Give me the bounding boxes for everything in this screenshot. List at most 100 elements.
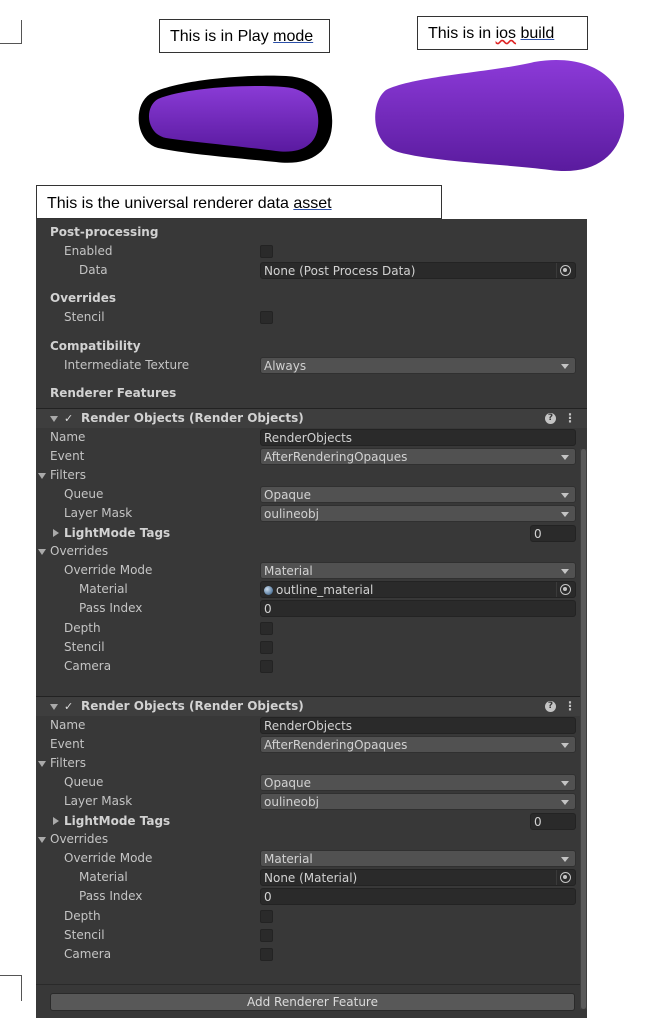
pass-index-row: Pass Index 0 xyxy=(36,887,580,906)
caption-text: mode xyxy=(273,28,314,45)
kebab-menu-icon[interactable]: ⋮ xyxy=(564,697,576,716)
render-objects-feature-header[interactable]: ✓ Render Objects (Render Objects) ? ⋮ xyxy=(36,408,587,428)
event-dropdown[interactable]: AfterRenderingOpaques xyxy=(260,448,576,465)
foldout-arrow-icon[interactable] xyxy=(53,529,59,537)
chevron-down-icon xyxy=(561,512,569,517)
foldout-arrow-icon[interactable] xyxy=(50,416,58,422)
post-process-data-field[interactable]: None (Post Process Data) xyxy=(260,262,576,279)
object-picker-icon[interactable] xyxy=(560,584,571,595)
override-mode-row: Override Mode Material xyxy=(36,561,580,580)
field-label: LightMode Tags xyxy=(64,814,171,828)
foldout-arrow-icon[interactable] xyxy=(38,549,46,555)
layer-mask-dropdown[interactable]: oulineobj xyxy=(260,793,576,810)
feature-name-input[interactable]: RenderObjects xyxy=(260,429,576,446)
overrides-foldout[interactable]: Overrides xyxy=(36,830,580,849)
enabled-checkbox[interactable] xyxy=(260,245,273,258)
intermediate-texture-row: Intermediate Texture Always xyxy=(36,356,580,375)
feature-enabled-checkmark-icon[interactable]: ✓ xyxy=(64,701,75,712)
override-mode-row: Override Mode Material xyxy=(36,849,580,868)
field-label: Overrides xyxy=(50,544,109,558)
field-separator xyxy=(556,263,557,278)
object-picker-icon[interactable] xyxy=(560,872,571,883)
chevron-down-icon xyxy=(561,364,569,369)
camera-checkbox[interactable] xyxy=(260,660,273,673)
field-label: Stencil xyxy=(64,310,105,324)
compatibility-header: Compatibility xyxy=(36,337,580,356)
section-title: Post-processing xyxy=(50,225,159,239)
field-label: Override Mode xyxy=(64,563,153,577)
object-picker-icon[interactable] xyxy=(560,265,571,276)
overrides-foldout[interactable]: Overrides xyxy=(36,542,580,561)
caption-asset: This is the universal renderer data asse… xyxy=(36,185,442,219)
camera-checkbox[interactable] xyxy=(260,948,273,961)
feature-name-input[interactable]: RenderObjects xyxy=(260,717,576,734)
field-value: Material xyxy=(264,564,313,578)
pass-index-input[interactable]: 0 xyxy=(260,600,576,617)
material-object-field[interactable]: outline_material xyxy=(260,581,576,598)
stencil-row: Stencil xyxy=(36,638,580,657)
foldout-arrow-icon[interactable] xyxy=(38,761,46,767)
field-label: Material xyxy=(79,870,128,884)
material-row: Material None (Material) xyxy=(36,868,580,887)
override-mode-dropdown[interactable]: Material xyxy=(260,562,576,579)
feature-title: Render Objects (Render Objects) xyxy=(81,699,304,713)
chevron-down-icon xyxy=(561,569,569,574)
pass-index-input[interactable]: 0 xyxy=(260,888,576,905)
event-dropdown[interactable]: AfterRenderingOpaques xyxy=(260,736,576,753)
help-icon[interactable]: ? xyxy=(545,413,556,424)
override-mode-dropdown[interactable]: Material xyxy=(260,850,576,867)
material-icon xyxy=(264,586,273,595)
depth-row: Depth xyxy=(36,619,580,638)
foldout-arrow-icon[interactable] xyxy=(38,473,46,479)
caption-text: This is the universal renderer data xyxy=(47,195,294,212)
field-label: Pass Index xyxy=(79,889,143,903)
pass-index-row: Pass Index 0 xyxy=(36,599,580,618)
stencil-checkbox[interactable] xyxy=(260,929,273,942)
add-renderer-feature-button[interactable]: Add Renderer Feature xyxy=(50,993,575,1011)
field-label: Queue xyxy=(64,775,104,789)
field-label: Queue xyxy=(64,487,104,501)
renderer-features-header: Renderer Features xyxy=(36,384,580,403)
lightmode-tags-row: LightMode Tags 0 xyxy=(36,812,580,831)
feature-enabled-checkmark-icon[interactable]: ✓ xyxy=(64,413,75,424)
field-value: oulineobj xyxy=(264,795,319,809)
help-icon[interactable]: ? xyxy=(545,701,556,712)
post-processing-data-row: Data None (Post Process Data) xyxy=(36,261,580,280)
layer-mask-dropdown[interactable]: oulineobj xyxy=(260,505,576,522)
queue-dropdown[interactable]: Opaque xyxy=(260,774,576,791)
stencil-checkbox[interactable] xyxy=(260,311,273,324)
field-value: 0 xyxy=(264,602,272,616)
section-title: Renderer Features xyxy=(50,386,177,400)
filters-foldout[interactable]: Filters xyxy=(36,754,580,773)
field-label: Filters xyxy=(50,756,86,770)
field-label: Event xyxy=(50,737,85,751)
field-value: Material xyxy=(264,852,313,866)
vertical-scrollbar[interactable] xyxy=(580,449,587,1009)
queue-row: Queue Opaque xyxy=(36,485,580,504)
kebab-menu-icon[interactable]: ⋮ xyxy=(564,409,576,428)
lightmode-tags-count-input[interactable]: 0 xyxy=(530,813,576,830)
caption-play-mode: This is in Play mode xyxy=(159,19,330,53)
field-label: Camera xyxy=(64,947,112,961)
field-value: Opaque xyxy=(264,776,312,790)
intermediate-texture-dropdown[interactable]: Always xyxy=(260,357,576,374)
field-value: RenderObjects xyxy=(264,719,353,733)
foldout-arrow-icon[interactable] xyxy=(50,704,58,710)
material-object-field[interactable]: None (Material) xyxy=(260,869,576,886)
scrollbar-thumb[interactable] xyxy=(581,449,586,1009)
queue-dropdown[interactable]: Opaque xyxy=(260,486,576,503)
field-label: Depth xyxy=(64,621,101,635)
divider xyxy=(36,984,587,985)
lightmode-tags-count-input[interactable]: 0 xyxy=(530,525,576,542)
depth-checkbox[interactable] xyxy=(260,622,273,635)
field-value: 0 xyxy=(534,815,542,829)
foldout-arrow-icon[interactable] xyxy=(53,817,59,825)
render-objects-feature-header[interactable]: ✓ Render Objects (Render Objects) ? ⋮ xyxy=(36,696,587,716)
foldout-arrow-icon[interactable] xyxy=(38,837,46,843)
renderer-data-inspector: Post-processing Enabled Data None (Post … xyxy=(36,219,587,1018)
caption-text: ios xyxy=(495,25,517,42)
field-label: Material xyxy=(79,582,128,596)
depth-checkbox[interactable] xyxy=(260,910,273,923)
stencil-checkbox[interactable] xyxy=(260,641,273,654)
filters-foldout[interactable]: Filters xyxy=(36,466,580,485)
